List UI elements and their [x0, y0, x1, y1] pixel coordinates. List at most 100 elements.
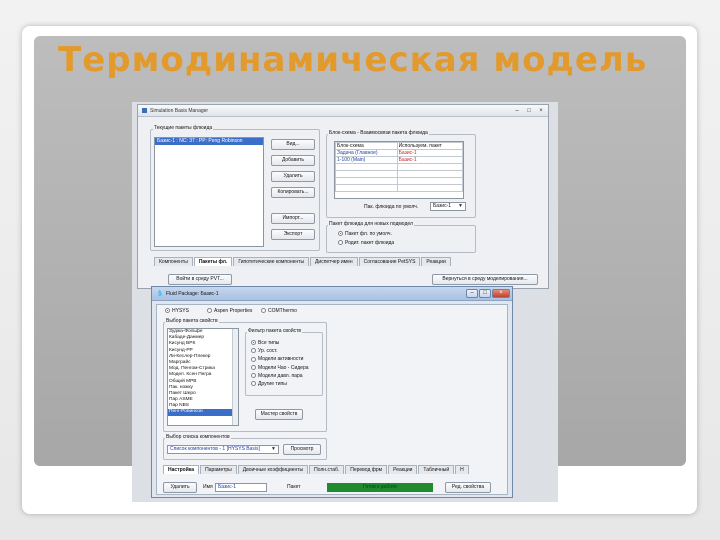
tab-name-manager[interactable]: Диспетчер имен	[310, 257, 358, 266]
grid-header: Используем. пакет	[396, 142, 464, 150]
radio-label: Модели активности	[258, 356, 304, 363]
fluid-packages-list[interactable]: Базис-1 : NC: 37 : PP: Peng Robinson	[154, 137, 264, 247]
fluid-package-body: HYSYS Aspen Properties COMThermo Выбор п…	[156, 304, 508, 495]
grid-cell[interactable]: Базис-1	[396, 149, 464, 157]
radio-icon	[251, 356, 256, 362]
property-package-list[interactable]: Зуджа-Фольфе Кабаде-Данмер Кисунд ВРК Ки…	[167, 328, 239, 426]
tab-reactions[interactable]: Реакции	[388, 465, 418, 474]
property-wizard-button[interactable]: Мастер свойств	[255, 409, 303, 420]
name-label: Имя	[203, 484, 213, 490]
component-list-select[interactable]: Список компонентов - 1 [HYSYS Basis] ▼	[167, 445, 279, 454]
tab-stability[interactable]: Полн.стаб.	[309, 465, 345, 474]
tab-transfer[interactable]: Перевод фрм	[345, 465, 388, 474]
radio-aspen-properties[interactable]: Aspen Properties	[207, 308, 252, 314]
tab-binary-coeffs[interactable]: Двоичные коэффициенты	[237, 465, 309, 474]
radio-label: Все типы	[258, 340, 280, 346]
tab-fluid-packages[interactable]: Пакеты фл.	[193, 257, 233, 266]
maximize-button[interactable]: □	[479, 289, 491, 298]
tab-components[interactable]: Компоненты	[154, 257, 193, 266]
default-package-label: Пак. флюида по умолч.	[364, 204, 419, 210]
radio-label: Модели давл. пара	[258, 372, 303, 379]
current-packages-label: Текущие пакеты флюида	[153, 125, 214, 131]
export-button[interactable]: Экспорт	[271, 229, 315, 240]
close-button[interactable]: ×	[492, 289, 510, 298]
delete-package-button[interactable]: Удалить	[163, 482, 197, 493]
tab-more[interactable]: Н	[455, 465, 469, 474]
radio-icon	[251, 372, 256, 378]
filter-options: Все типы Ур. сост. Модели активности Мод…	[251, 339, 309, 388]
filter-vapour-pressure[interactable]: Модели давл. пара	[251, 372, 309, 380]
edit-properties-button[interactable]: Ред. свойства	[445, 482, 491, 493]
close-button[interactable]: ×	[536, 107, 546, 115]
tab-petsys[interactable]: Согласование PetSYS	[358, 257, 421, 266]
add-button[interactable]: Добавить	[271, 155, 315, 166]
radio-icon	[251, 340, 256, 346]
filter-eos[interactable]: Ур. сост.	[251, 347, 309, 355]
radio-use-parent[interactable]: Родит. пакет флюида	[338, 240, 394, 246]
filter-all-types[interactable]: Все типы	[251, 339, 309, 347]
radio-label: HYSYS	[172, 308, 189, 314]
grid-cell[interactable]: 1-100 (Main)	[335, 156, 398, 164]
filter-other-types[interactable]: Другие типы	[251, 380, 309, 388]
filter-activity-models[interactable]: Модели активности	[251, 355, 309, 363]
radio-label: COMThermo	[268, 308, 297, 314]
minimize-button[interactable]: –	[512, 107, 522, 115]
radio-use-default[interactable]: Пакет фл. по умолч.	[338, 231, 392, 237]
radio-icon	[165, 308, 170, 314]
radio-icon	[338, 231, 343, 237]
title-bar: 💧 Fluid Package: Базис-1 – □ ×	[152, 287, 512, 301]
flowsheet-group-label: Блок-схема - Взаимосвязи пакета флюида	[328, 130, 429, 136]
list-item[interactable]: Базис-1 : NC: 37 : PP: Peng Robinson	[155, 138, 263, 145]
return-to-simulation-button[interactable]: Вернуться в среду моделирования...	[432, 274, 538, 285]
radio-label: Другие типы	[258, 381, 287, 388]
list-scrollbar[interactable]	[232, 329, 238, 425]
radio-icon	[261, 308, 266, 314]
radio-label: Ур. сост.	[258, 348, 278, 355]
tab-parameters[interactable]: Параметры	[200, 465, 237, 474]
radio-icon	[251, 381, 256, 387]
status-badge: Готов к работе	[327, 483, 433, 492]
component-list-value: Список компонентов - 1 [HYSYS Basis]	[170, 446, 260, 452]
tab-reactions[interactable]: Реакции	[421, 257, 451, 266]
grid-header: Блок-схема	[335, 142, 398, 150]
fpkg-tab-strip: Настройка Параметры Двоичные коэффициент…	[163, 465, 470, 474]
default-package-select[interactable]: Базис-1 ▼	[430, 202, 466, 211]
minimize-button[interactable]: –	[466, 289, 478, 298]
sbm-tab-strip: Компоненты Пакеты фл. Гипотетические ком…	[154, 257, 452, 266]
radio-icon	[251, 364, 256, 370]
copy-button[interactable]: Копировать...	[271, 187, 315, 198]
radio-icon	[251, 348, 256, 354]
tab-hypothetical-components[interactable]: Гипотетические компоненты	[233, 257, 310, 266]
grid-cell[interactable]: Базис-1	[396, 156, 464, 164]
status-label: Пакет	[287, 484, 301, 490]
import-button[interactable]: Импорт...	[271, 213, 315, 224]
chevron-down-icon: ▼	[271, 446, 276, 452]
view-button[interactable]: Вид...	[271, 139, 315, 150]
enter-pvt-button[interactable]: Войти в среду PVT...	[168, 274, 232, 285]
tab-tabular[interactable]: Табличный	[418, 465, 455, 474]
new-unit-group-label: Пакет флюида для новых подмодел	[328, 221, 414, 227]
chevron-down-icon: ▼	[458, 203, 463, 209]
filter-group-label: Фильтр пакета свойств	[247, 328, 303, 334]
radio-label: Пакет фл. по умолч.	[345, 231, 392, 237]
radio-hysys[interactable]: HYSYS	[165, 308, 189, 314]
grid-cell[interactable]: Задача (Главное)	[335, 149, 398, 157]
list-item[interactable]: Пенг-Робинсон	[168, 409, 238, 416]
simulation-basis-manager-window: Simulation Basis Manager – □ × Текущие п…	[137, 104, 549, 289]
drop-icon: 💧	[156, 291, 164, 297]
radio-label: Родит. пакет флюида	[345, 240, 395, 246]
tab-setup[interactable]: Настройка	[163, 465, 200, 474]
view-components-button[interactable]: Просмотр	[283, 444, 321, 455]
package-name-field[interactable]: Базис-1	[215, 483, 267, 492]
app-icon	[142, 108, 147, 113]
radio-comthermo[interactable]: COMThermo	[261, 308, 297, 314]
maximize-button[interactable]: □	[524, 107, 534, 115]
flowsheet-grid[interactable]: Блок-схема Используем. пакет Задача (Гла…	[334, 141, 464, 199]
package-name-value: Базис-1	[218, 484, 237, 490]
radio-icon	[207, 308, 212, 314]
component-list-group-label: Выбор списка компонентов	[165, 434, 231, 440]
radio-label: Aspen Properties	[214, 308, 253, 314]
delete-button[interactable]: Удалить	[271, 171, 315, 182]
radio-label: Модели Чао - Сидера	[258, 364, 309, 371]
filter-chao-seader[interactable]: Модели Чао - Сидера	[251, 364, 309, 372]
